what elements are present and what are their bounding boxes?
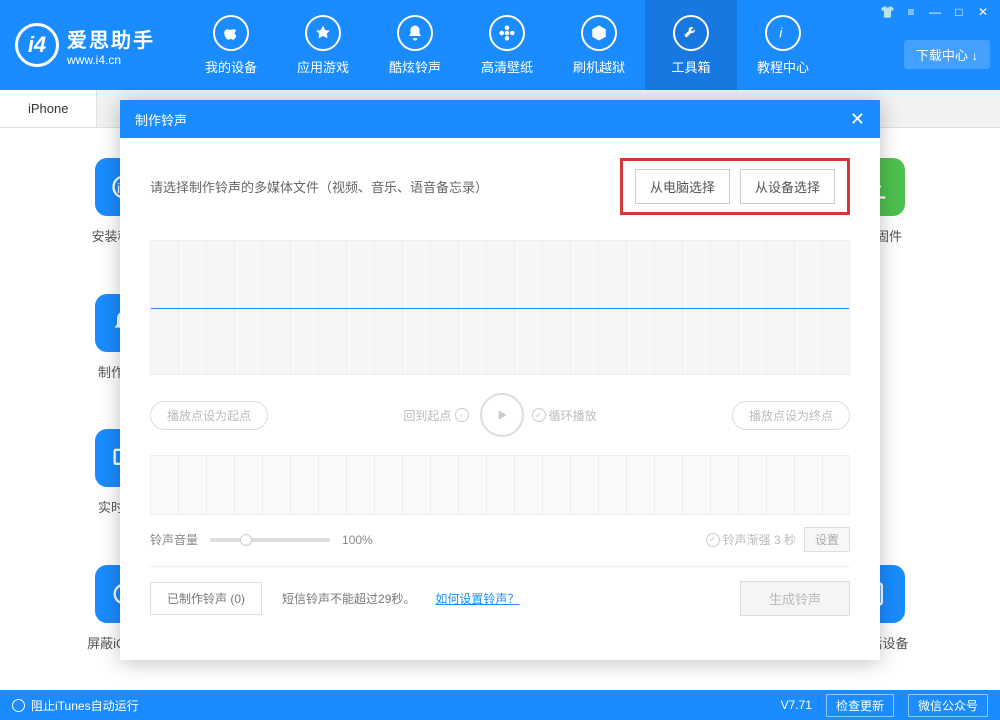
volume-slider[interactable]	[210, 538, 330, 542]
back-to-start-button[interactable]: 回到起点 ‹	[403, 407, 471, 424]
bell-icon	[397, 15, 433, 51]
logo-title: 爱思助手	[67, 24, 155, 53]
nav-ringtones[interactable]: 酷炫铃声	[369, 0, 461, 90]
modal-title: 制作铃声	[135, 110, 187, 129]
svg-text:i: i	[779, 25, 783, 40]
fade-toggle[interactable]: ✓铃声渐强 3 秒	[706, 531, 796, 548]
window-controls: 👕 ≡ — □ ✕	[880, 5, 990, 19]
tab-iphone[interactable]: iPhone	[0, 90, 97, 127]
tools-icon	[673, 15, 709, 51]
make-ringtone-modal: 制作铃声 ✕ 请选择制作铃声的多媒体文件（视频、音乐、语音备忘录） 从电脑选择 …	[120, 100, 880, 660]
loop-toggle[interactable]: ✓循环播放	[532, 407, 597, 424]
play-button[interactable]	[480, 393, 524, 437]
check-icon: ✓	[706, 533, 720, 547]
rewind-icon: ‹	[455, 408, 469, 422]
menu-icon[interactable]: ≡	[904, 5, 918, 19]
volume-label: 铃声音量	[150, 531, 198, 548]
version-label: V7.71	[781, 698, 812, 712]
howto-link[interactable]: 如何设置铃声？	[435, 590, 519, 607]
modal-close-button[interactable]: ✕	[850, 109, 865, 130]
nav-tutorials[interactable]: i教程中心	[737, 0, 829, 90]
maximize-icon[interactable]: □	[952, 5, 966, 19]
sms-hint-text: 短信铃声不能超过29秒。	[282, 590, 415, 607]
minimize-icon[interactable]: —	[928, 5, 942, 19]
app-header: i4 爱思助手 www.i4.cn 我的设备 应用游戏 酷炫铃声 高清壁纸 刷机…	[0, 0, 1000, 90]
itunes-block-toggle[interactable]: 阻止iTunes自动运行	[12, 697, 139, 714]
nav-my-device[interactable]: 我的设备	[185, 0, 277, 90]
check-update-button[interactable]: 检查更新	[826, 694, 894, 717]
set-start-point-button[interactable]: 播放点设为起点	[150, 401, 268, 430]
fade-settings-button[interactable]: 设置	[804, 527, 850, 552]
nav-toolbox[interactable]: 工具箱	[645, 0, 737, 90]
close-icon[interactable]: ✕	[976, 5, 990, 19]
generate-ringtone-button[interactable]: 生成铃声	[740, 581, 850, 616]
download-center-button[interactable]: 下载中心 ↓	[904, 40, 990, 69]
box-icon	[581, 15, 617, 51]
wechat-button[interactable]: 微信公众号	[908, 694, 988, 717]
waveform-editor[interactable]	[150, 240, 850, 375]
check-icon: ✓	[532, 408, 546, 422]
flower-icon	[489, 15, 525, 51]
nav-flash[interactable]: 刷机越狱	[553, 0, 645, 90]
skin-icon[interactable]: 👕	[880, 5, 894, 19]
select-from-pc-button[interactable]: 从电脑选择	[635, 169, 730, 204]
apple-icon	[213, 15, 249, 51]
toggle-icon	[12, 699, 25, 712]
logo-subtitle: www.i4.cn	[67, 53, 155, 67]
logo[interactable]: i4 爱思助手 www.i4.cn	[15, 23, 155, 67]
nav-apps[interactable]: 应用游戏	[277, 0, 369, 90]
nav: 我的设备 应用游戏 酷炫铃声 高清壁纸 刷机越狱 工具箱 i教程中心	[185, 0, 985, 90]
volume-value: 100%	[342, 533, 373, 547]
nav-wallpapers[interactable]: 高清壁纸	[461, 0, 553, 90]
set-end-point-button[interactable]: 播放点设为终点	[732, 401, 850, 430]
appstore-icon	[305, 15, 341, 51]
waveform-baseline	[151, 308, 849, 309]
file-source-highlight: 从电脑选择 从设备选择	[620, 158, 850, 215]
select-from-device-button[interactable]: 从设备选择	[740, 169, 835, 204]
status-bar: 阻止iTunes自动运行 V7.71 检查更新 微信公众号	[0, 690, 1000, 720]
modal-header: 制作铃声 ✕	[120, 100, 880, 138]
info-icon: i	[765, 15, 801, 51]
slider-thumb[interactable]	[240, 534, 252, 546]
logo-mark: i4	[15, 23, 59, 67]
file-hint-text: 请选择制作铃声的多媒体文件（视频、音乐、语音备忘录）	[150, 177, 488, 196]
preview-track[interactable]	[150, 455, 850, 515]
created-ringtones-button[interactable]: 已制作铃声 (0)	[150, 582, 262, 615]
